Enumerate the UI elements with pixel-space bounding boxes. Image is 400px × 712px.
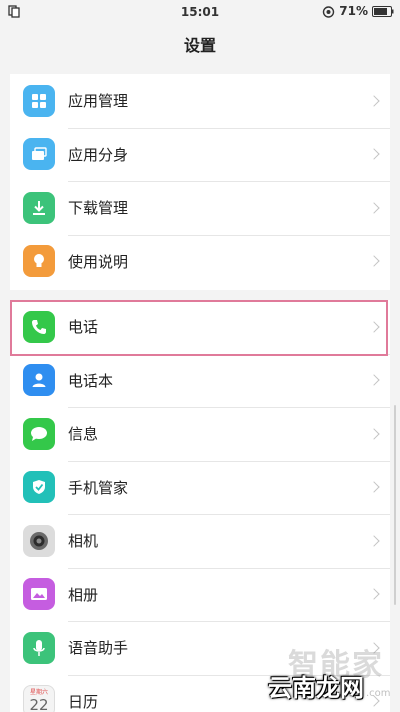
chevron-right-icon	[368, 481, 380, 493]
chevron-right-icon	[368, 321, 380, 333]
settings-item-label: 相机	[68, 532, 99, 551]
status-bar: 15:01 71%	[0, 0, 400, 24]
shield-icon	[23, 471, 55, 504]
settings-item-app-management[interactable]: 应用管理	[10, 74, 390, 128]
phone-icon	[23, 310, 55, 343]
settings-item-label: 相册	[68, 585, 99, 604]
download-icon	[23, 191, 55, 224]
settings-item-user-guide[interactable]: 使用说明	[10, 234, 390, 289]
chevron-right-icon	[368, 535, 380, 547]
calendar-icon: 星期六 22	[23, 685, 55, 712]
settings-item-app-clone[interactable]: 应用分身	[10, 127, 390, 182]
apps-grid-icon	[23, 84, 55, 117]
status-right: 71%	[322, 4, 394, 18]
chevron-right-icon	[368, 588, 380, 600]
chevron-right-icon	[368, 202, 380, 214]
settings-item-label: 应用分身	[68, 145, 129, 164]
settings-item-label: 应用管理	[68, 92, 129, 111]
chevron-right-icon	[368, 374, 380, 386]
chevron-right-icon	[368, 428, 380, 440]
settings-item-messages[interactable]: 信息	[10, 407, 390, 461]
settings-item-label: 电话	[68, 318, 99, 337]
battery-percent: 71%	[339, 4, 368, 18]
alarm-icon	[323, 5, 335, 18]
battery-icon	[372, 5, 394, 17]
settings-item-label: 信息	[68, 425, 99, 444]
settings-item-label: 语音助手	[68, 639, 129, 658]
watermark-logo: 云南龙网	[268, 674, 364, 702]
settings-item-label: 手机管家	[68, 478, 129, 497]
microphone-icon	[23, 631, 55, 664]
settings-item-phone[interactable]: 电话	[10, 300, 390, 354]
chevron-right-icon	[368, 255, 380, 267]
chevron-right-icon	[368, 95, 380, 107]
scrollbar[interactable]	[394, 405, 396, 605]
app-clone-icon	[23, 138, 55, 171]
settings-item-camera[interactable]: 相机	[10, 514, 390, 568]
settings-item-label: 下载管理	[68, 199, 129, 218]
settings-group-system: 应用管理 应用分身 下载管理 使用说明	[10, 74, 390, 290]
contacts-icon	[23, 364, 55, 397]
calendar-icon-day: 22	[29, 696, 49, 712]
settings-item-label: 使用说明	[68, 252, 129, 271]
settings-item-download-management[interactable]: 下载管理	[10, 181, 390, 235]
watermark-domain: .com	[366, 688, 391, 699]
lightbulb-icon	[23, 245, 55, 278]
settings-item-album[interactable]: 相册	[10, 567, 390, 622]
settings-item-phone-manager[interactable]: 手机管家	[10, 460, 390, 515]
camera-icon	[23, 524, 55, 557]
photo-album-icon	[23, 578, 55, 611]
settings-item-contacts[interactable]: 电话本	[10, 353, 390, 408]
settings-item-label: 日历	[68, 692, 99, 711]
page-title: 设置	[183, 36, 216, 55]
chevron-right-icon	[368, 148, 380, 160]
settings-item-label: 电话本	[68, 371, 114, 390]
message-icon	[23, 417, 55, 450]
